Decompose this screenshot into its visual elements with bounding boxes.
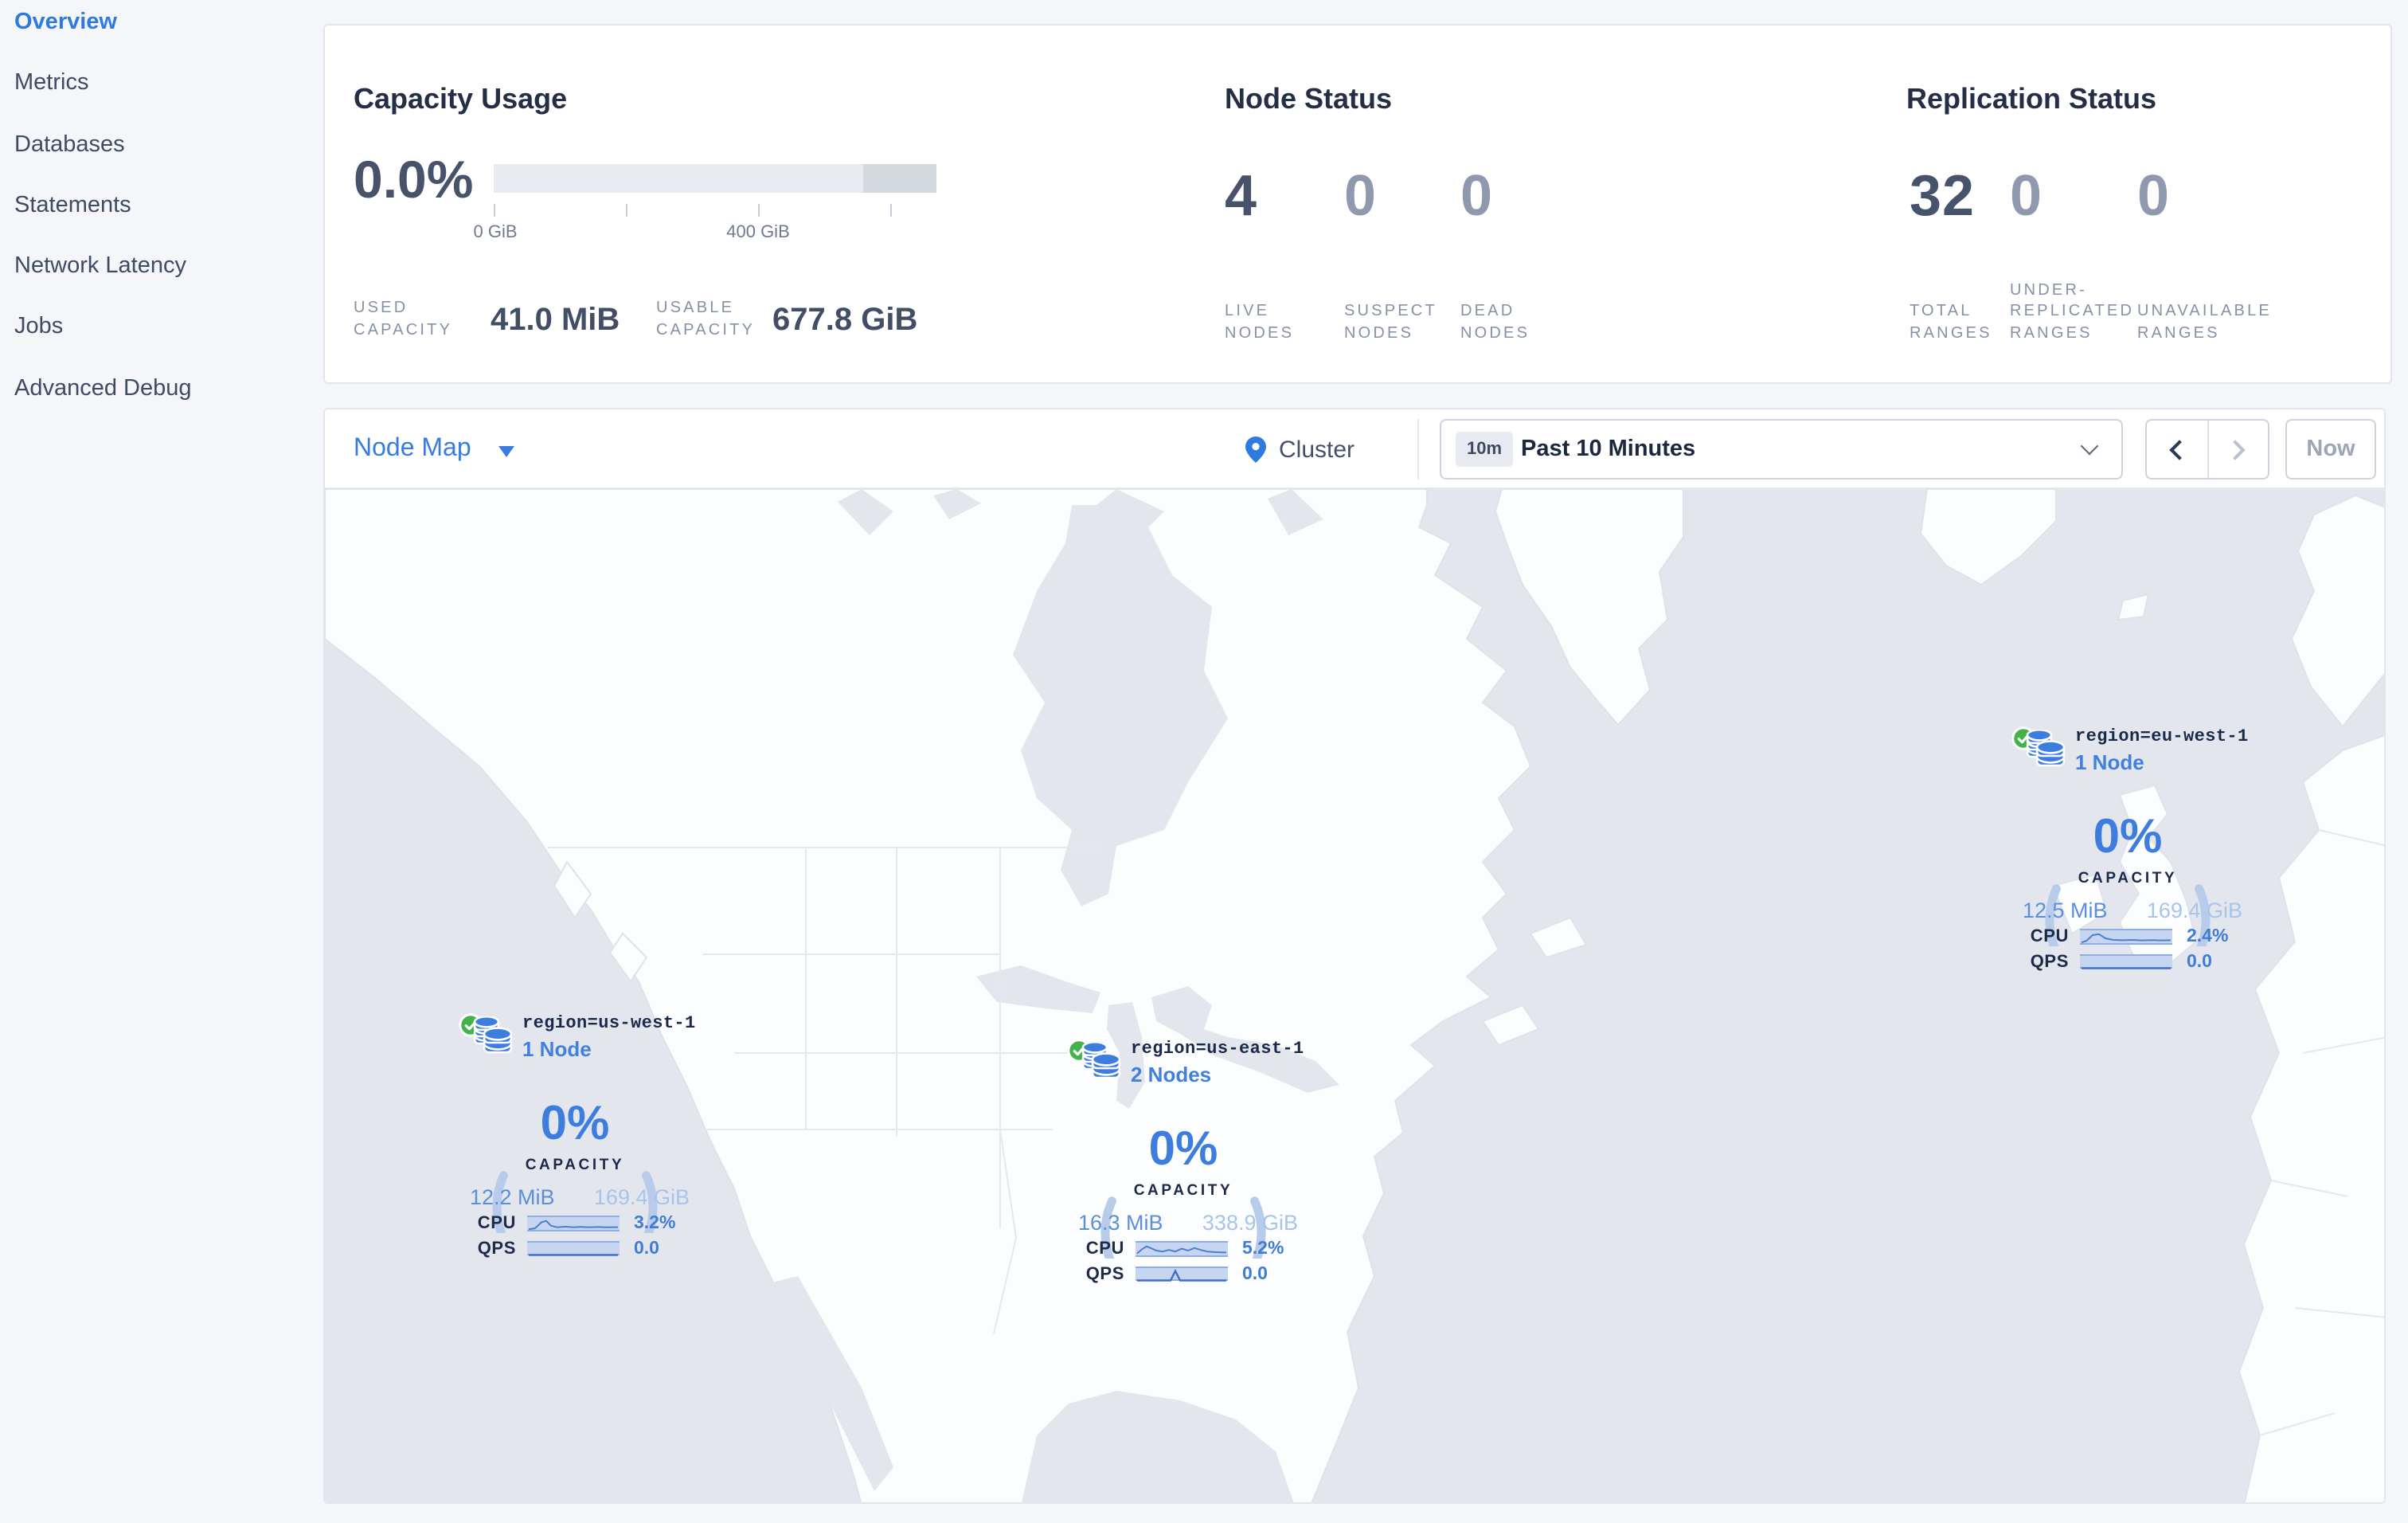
total-ranges-label: TOTAL RANGES	[1910, 303, 1992, 342]
breadcrumb[interactable]: Cluster	[1245, 409, 1354, 489]
replication-status-title: Replication Status	[1906, 83, 2157, 115]
time-range-label: Past 10 Minutes	[1521, 437, 1696, 462]
capacity-axis-label-400: 400 GiB	[726, 223, 790, 242]
usable-capacity-value: 677.8 GiB	[772, 303, 918, 338]
locality-marker-us-west-1[interactable]: region=us-west-1 1 Node 0% CAPACITY 12.2…	[459, 1013, 698, 1271]
live-nodes-label: LIVE NODES	[1225, 303, 1295, 342]
sidebar: Overview Metrics Databases Statements Ne…	[0, 0, 317, 1515]
now-button[interactable]: Now	[2285, 419, 2376, 480]
qps-label: QPS	[2030, 952, 2069, 971]
marker-region-label: region=us-west-1	[522, 1015, 696, 1034]
marker-capacity-title: CAPACITY	[525, 1157, 625, 1174]
sidebar-item-overview[interactable]: Overview	[0, 0, 317, 53]
marker-region-label: region=eu-west-1	[2075, 728, 2249, 747]
time-range-badge: 10m	[1456, 432, 1514, 467]
capacity-axis-tick	[890, 204, 892, 217]
capacity-axis-label-0: 0 GiB	[473, 223, 518, 242]
under-replicated-label: UNDER-REPLICATED RANGES	[2010, 281, 2135, 342]
capacity-usage-title: Capacity Usage	[354, 83, 568, 115]
marker-total-capacity: 169.4 GiB	[2146, 899, 2242, 922]
sidebar-item-databases[interactable]: Databases	[0, 114, 317, 175]
marker-region-label: region=us-east-1	[1131, 1040, 1304, 1059]
node-map-panel: Node Map Cluster 10m Past 10 Minutes Now	[323, 408, 2386, 1504]
dead-nodes-label: DEAD NODES	[1460, 303, 1530, 342]
world-map	[325, 489, 2384, 1502]
capacity-axis-tick	[494, 204, 495, 217]
marker-capacity-percent: 0%	[1148, 1123, 1218, 1176]
chevron-down-icon	[498, 445, 514, 456]
qps-value: 0.0	[2187, 952, 2212, 971]
qps-sparkline	[2080, 953, 2172, 969]
map-pin-icon	[1245, 436, 1266, 462]
qps-label: QPS	[477, 1239, 516, 1258]
view-mode-dropdown[interactable]: Node Map	[354, 409, 514, 489]
marker-capacity-percent: 0%	[2093, 811, 2163, 863]
sidebar-item-metrics[interactable]: Metrics	[0, 53, 317, 115]
database-stack-icon	[1081, 1042, 1121, 1079]
usable-capacity-label: USABLE CAPACITY	[656, 300, 756, 339]
under-replicated-count: 0	[2010, 162, 2043, 228]
marker-used-capacity: 12.2 MiB	[470, 1185, 555, 1209]
breadcrumb-cluster: Cluster	[1279, 436, 1355, 463]
cpu-label: CPU	[477, 1214, 516, 1233]
used-capacity-label: USED CAPACITY	[354, 300, 453, 339]
cpu-label: CPU	[2030, 927, 2069, 946]
capacity-axis-tick	[626, 204, 627, 217]
capacity-used-percent: 0.0%	[354, 150, 474, 209]
capacity-bar-reserved-segment	[863, 164, 936, 193]
marker-capacity-title: CAPACITY	[1133, 1182, 1233, 1200]
cpu-sparkline	[2080, 929, 2172, 945]
cpu-sparkline	[1136, 1241, 1228, 1257]
qps-sparkline	[527, 1240, 620, 1256]
marker-used-capacity: 12.5 MiB	[2023, 899, 2108, 922]
qps-label: QPS	[1085, 1264, 1124, 1283]
locality-marker-eu-west-1[interactable]: region=eu-west-1 1 Node 0% CAPACITY 12.5…	[2011, 726, 2250, 985]
cpu-label: CPU	[1085, 1239, 1124, 1259]
cpu-sparkline	[527, 1216, 620, 1231]
capacity-bar	[494, 164, 936, 193]
unavailable-ranges-label: UNAVAILABLE RANGES	[2137, 303, 2272, 342]
chevron-down-icon	[2080, 437, 2099, 456]
view-mode-label: Node Map	[354, 435, 471, 462]
cpu-value: 2.4%	[2187, 927, 2229, 946]
database-stack-icon	[2026, 730, 2066, 767]
qps-sparkline	[1136, 1266, 1228, 1282]
time-next-button[interactable]	[2207, 421, 2268, 478]
time-pager	[2145, 419, 2269, 480]
sidebar-item-advanced-debug[interactable]: Advanced Debug	[0, 358, 317, 420]
toolbar-divider	[1417, 419, 1419, 480]
total-ranges-count: 32	[1910, 162, 1976, 228]
time-range-selector[interactable]: 10m Past 10 Minutes	[1440, 419, 2123, 480]
chevron-left-icon	[2168, 439, 2190, 460]
dead-nodes-count: 0	[1460, 162, 1494, 228]
qps-value: 0.0	[1242, 1264, 1268, 1283]
unavailable-ranges-count: 0	[2137, 162, 2171, 228]
sidebar-item-statements[interactable]: Statements	[0, 175, 317, 237]
marker-capacity-percent: 0%	[540, 1098, 610, 1150]
suspect-nodes-count: 0	[1344, 162, 1378, 228]
marker-total-capacity: 169.4 GiB	[593, 1185, 690, 1209]
chevron-right-icon	[2225, 439, 2246, 460]
marker-capacity-title: CAPACITY	[2078, 870, 2178, 887]
capacity-axis-tick	[758, 204, 760, 217]
database-stack-icon	[473, 1016, 513, 1054]
cpu-value: 5.2%	[1242, 1239, 1284, 1259]
node-status-title: Node Status	[1225, 83, 1393, 115]
map-toolbar: Node Map Cluster 10m Past 10 Minutes Now	[325, 409, 2384, 489]
cluster-summary-panel: Capacity Usage 0.0% 0 GiB 400 GiB USED C…	[323, 24, 2392, 384]
live-nodes-count: 4	[1225, 162, 1258, 228]
qps-value: 0.0	[634, 1239, 659, 1258]
time-prev-button[interactable]	[2147, 421, 2207, 478]
sidebar-item-network-latency[interactable]: Network Latency	[0, 236, 317, 297]
locality-marker-us-east-1[interactable]: region=us-east-1 2 Nodes 0% CAPACITY 16.…	[1067, 1039, 1306, 1297]
cpu-value: 3.2%	[634, 1214, 676, 1233]
page: Overview Metrics Databases Statements Ne…	[0, 0, 2408, 1523]
marker-used-capacity: 16.3 MiB	[1078, 1211, 1163, 1235]
suspect-nodes-label: SUSPECT NODES	[1344, 303, 1437, 342]
used-capacity-value: 41.0 MiB	[491, 303, 620, 338]
sidebar-item-jobs[interactable]: Jobs	[0, 297, 317, 358]
marker-total-capacity: 338.9 GiB	[1202, 1211, 1298, 1235]
